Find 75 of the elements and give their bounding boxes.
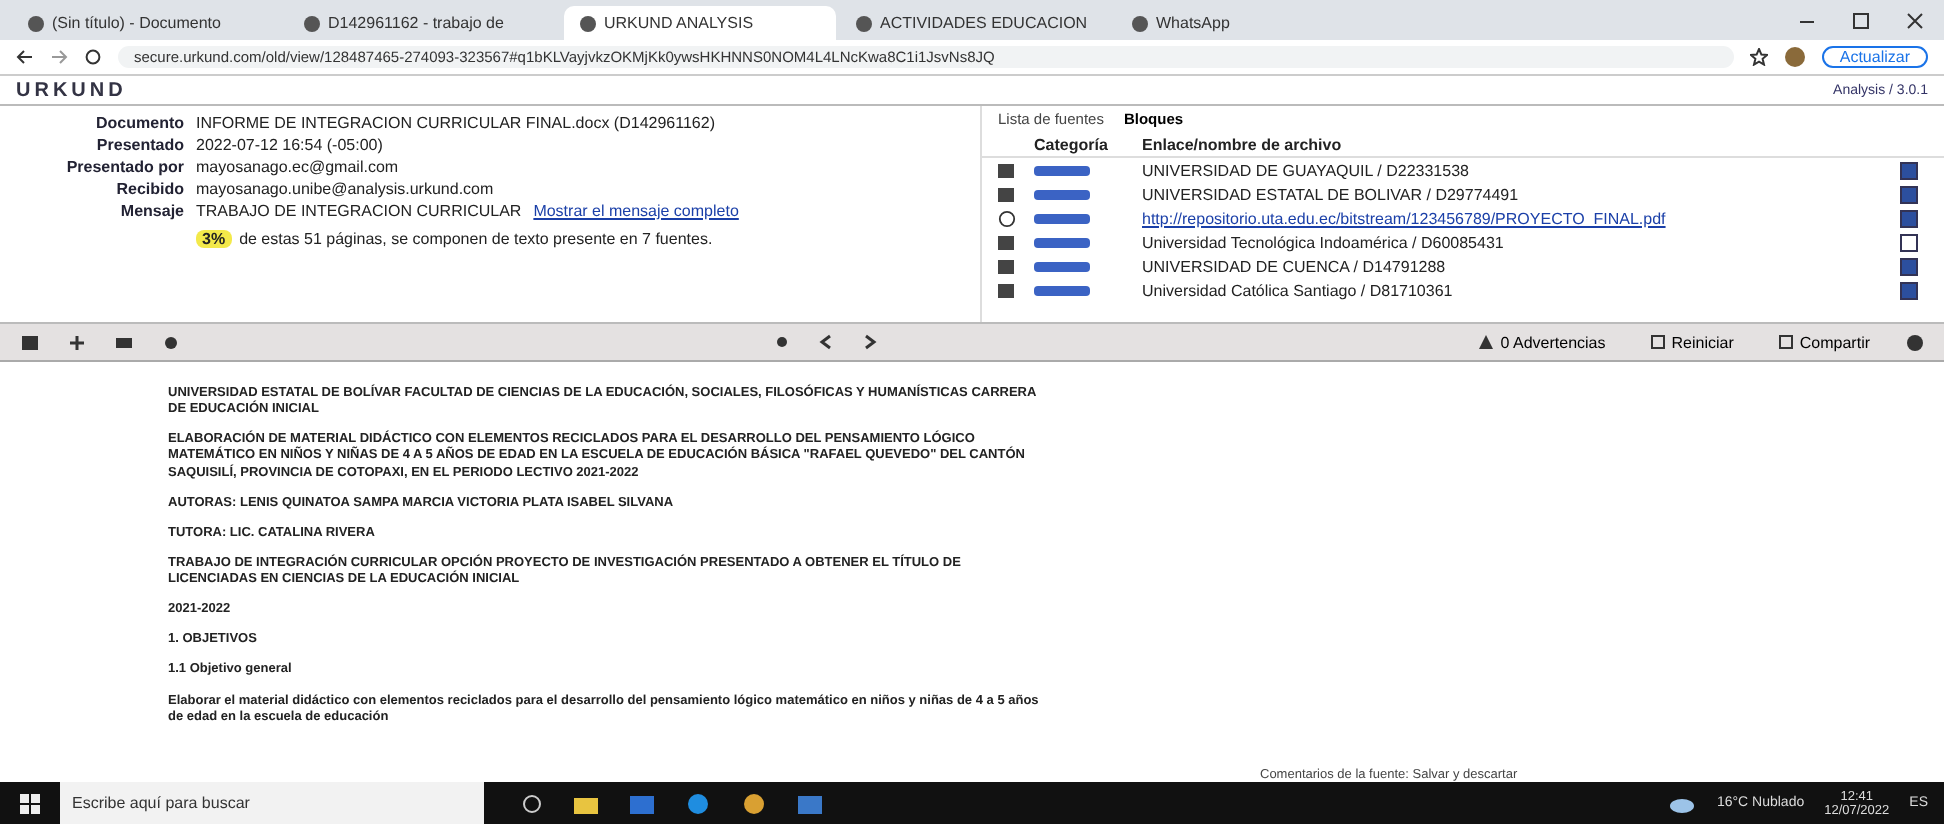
close-icon[interactable] <box>1906 11 1924 29</box>
score-text: de estas 51 páginas, se componen de texto presente en 7 fuentes. <box>239 230 713 248</box>
next-icon[interactable] <box>861 334 878 350</box>
meta-label: Presentado por <box>64 158 184 176</box>
category-bar <box>1034 213 1090 223</box>
column-header[interactable]: Categoría <box>1034 135 1134 153</box>
search-field[interactable]: Escribe aquí para buscar <box>60 782 484 824</box>
category-bar <box>1034 165 1090 175</box>
toolbar-button[interactable]: Compartir <box>1769 333 1879 351</box>
tab-icon <box>1132 15 1148 31</box>
tab-icon <box>28 15 44 31</box>
tab-icon <box>580 15 596 31</box>
tab-title: ACTIVIDADES EDUCACION <box>880 14 1088 32</box>
category-bar <box>1034 261 1090 271</box>
meta-value: INFORME DE INTEGRACION CURRICULAR FINAL.docx (D142961162) <box>196 114 717 132</box>
tab-icon <box>856 15 872 31</box>
forward-icon[interactable] <box>50 48 68 66</box>
row-checkbox[interactable] <box>1900 233 1918 251</box>
previous-icon[interactable] <box>817 334 834 350</box>
meta-label: Recibido <box>114 180 184 198</box>
tab-title: (Sin título) - Documento <box>52 14 221 32</box>
category-bar <box>1034 237 1090 247</box>
tab-icon <box>304 15 320 31</box>
source-name[interactable]: UNIVERSIDAD DE CUENCA / D14791288 <box>1142 257 1892 275</box>
row-checkbox[interactable] <box>1900 185 1918 203</box>
meta-label: Mensaje <box>118 202 184 220</box>
source-name[interactable]: Universidad Tecnológica Indoamérica / D60085431 <box>1142 233 1892 251</box>
message-link[interactable]: Mostrar el mensaje completo <box>533 202 739 220</box>
source-name[interactable]: UNIVERSIDAD DE GUAYAQUIL / D22331538 <box>1142 161 1892 179</box>
browser-tab[interactable]: ACTIVIDADES EDUCACION <box>840 6 1112 40</box>
mail-icon[interactable] <box>628 791 656 815</box>
meta-value: mayosanago.unibe@analysis.urkund.com <box>196 180 496 198</box>
browser-tab[interactable]: (Sin título) - Documento <box>12 6 284 40</box>
star-icon[interactable] <box>1749 48 1768 66</box>
tab-title: URKUND ANALYSIS <box>604 14 754 32</box>
tab-title: D142961162 - trabajo de <box>328 14 504 32</box>
warning-icon <box>1478 334 1495 350</box>
browser-icon[interactable] <box>684 791 712 815</box>
document-icon <box>1649 334 1666 350</box>
toolbar-button[interactable]: 0 Advertencias <box>1470 333 1614 351</box>
meta-value: mayosanago.ec@gmail.com <box>196 158 401 176</box>
document-icon <box>1777 334 1794 350</box>
meta-value: 2022-07-12 16:54 (-05:00) <box>196 136 385 154</box>
category-bar <box>1034 285 1090 295</box>
source-name[interactable]: UNIVERSIDAD ESTATAL DE BOLIVAR / D29774491 <box>1142 185 1892 203</box>
browser-tab[interactable]: D142961162 - trabajo de <box>288 6 560 40</box>
toolbar-button[interactable]: Reiniciar <box>1641 333 1742 351</box>
source-name[interactable]: Universidad Católica Santiago / D81710361 <box>1142 281 1892 299</box>
row-checkbox[interactable] <box>1900 209 1918 227</box>
source-link[interactable]: http://repositorio.uta.edu.ec/bitstream/123456789/PROYECTO_FINAL.pdf <box>1142 209 1892 227</box>
row-checkbox[interactable] <box>1900 257 1918 275</box>
browser-tab[interactable]: WhatsApp <box>1116 6 1388 40</box>
back-icon[interactable] <box>16 48 34 66</box>
urkund-logo: URKUND <box>16 79 127 101</box>
maximize-icon[interactable] <box>1852 11 1870 29</box>
meta-label: Presentado <box>94 136 184 154</box>
windows-icon[interactable] <box>20 793 40 813</box>
score-badge: 3% <box>196 230 232 248</box>
tab-title: WhatsApp <box>1156 14 1230 32</box>
meta-label: Documento <box>94 114 184 132</box>
browser-tab[interactable]: URKUND ANALYSIS <box>564 6 836 40</box>
column-header[interactable]: Enlace/nombre de archivo <box>1142 135 1892 153</box>
taskview-icon[interactable] <box>520 791 544 815</box>
row-checkbox[interactable] <box>1900 161 1918 179</box>
dot-icon[interactable] <box>773 334 790 350</box>
plus-icon[interactable] <box>68 333 86 351</box>
cloud-icon <box>1668 793 1697 813</box>
app-icon[interactable] <box>796 791 824 815</box>
category-bar <box>1034 189 1090 199</box>
app-icon[interactable] <box>740 791 768 815</box>
row-checkbox[interactable] <box>1900 281 1918 299</box>
meta-value: TRABAJO DE INTEGRACION CURRICULAR Mostrar el mensaje completo <box>196 202 741 220</box>
reload-icon[interactable] <box>84 48 102 66</box>
avatar-icon[interactable] <box>1783 46 1806 68</box>
profile-button[interactable]: Actualizar <box>1821 46 1928 68</box>
